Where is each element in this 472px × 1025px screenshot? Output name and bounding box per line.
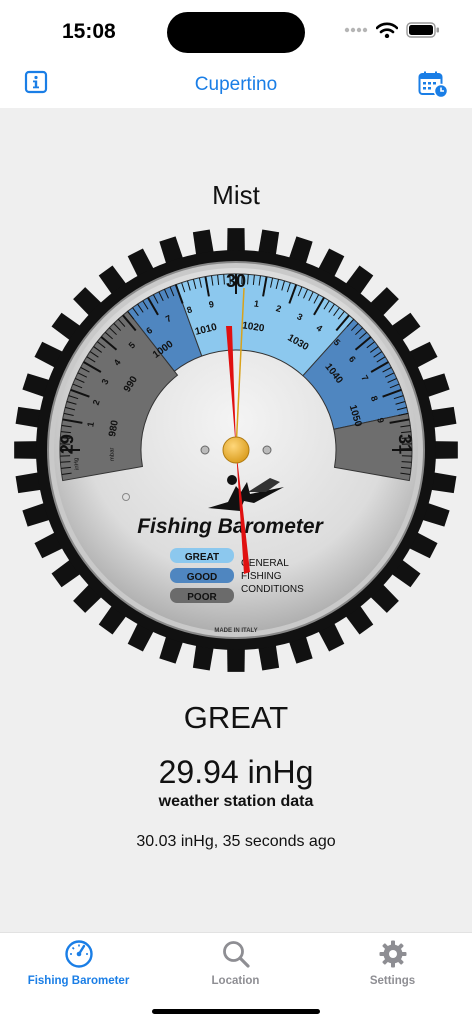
home-indicator bbox=[152, 1009, 320, 1014]
inhg-unit: inHg bbox=[74, 457, 81, 470]
legend-caption-line3: CONDITIONS bbox=[241, 584, 304, 595]
legend-poor: POOR bbox=[187, 592, 217, 603]
needle-hub bbox=[223, 437, 249, 463]
tab-label-location: Location bbox=[157, 975, 314, 987]
tab-label-settings: Settings bbox=[314, 975, 471, 987]
tab-label-fishing-barometer: Fishing Barometer bbox=[0, 975, 157, 987]
screw-icon bbox=[263, 446, 271, 454]
pressure-value: 29.94 inHg bbox=[0, 754, 472, 791]
calendar-button[interactable] bbox=[418, 70, 446, 98]
scale-tick bbox=[248, 274, 249, 284]
fishing-rating: GREAT bbox=[0, 700, 472, 736]
screw-icon bbox=[201, 446, 209, 454]
cellular-signal-icon bbox=[344, 26, 368, 34]
dynamic-island bbox=[167, 12, 305, 53]
legend-great: GREAT bbox=[185, 552, 219, 563]
mbar-unit: mbar bbox=[109, 447, 115, 461]
data-source: weather station data bbox=[0, 793, 472, 811]
magnifier-icon bbox=[221, 939, 251, 969]
status-time: 15:08 bbox=[62, 20, 116, 44]
scale-tick bbox=[224, 274, 225, 284]
made-in-label: MADE IN ITALY bbox=[214, 628, 257, 634]
battery-icon bbox=[406, 22, 440, 38]
weather-condition: Mist bbox=[0, 180, 472, 211]
status-bar: 15:08 bbox=[0, 0, 472, 62]
inhg-label-30: 30 bbox=[226, 271, 246, 291]
tab-fishing-barometer[interactable]: Fishing Barometer bbox=[0, 939, 157, 987]
scale-tick bbox=[402, 462, 412, 463]
gauge-title: Fishing Barometer bbox=[137, 515, 324, 538]
calendar-clock-icon bbox=[418, 70, 448, 98]
legend-good: GOOD bbox=[187, 572, 218, 583]
inhg-label-31: 31 bbox=[395, 434, 416, 455]
wifi-icon bbox=[376, 22, 398, 38]
navigation-bar: Cupertino bbox=[0, 62, 472, 108]
inhg-label-29: 29 bbox=[57, 434, 78, 455]
barometer-gauge: 2930311122334455667788999809901000101010… bbox=[12, 226, 460, 674]
tab-location[interactable]: Location bbox=[157, 939, 314, 987]
scale-tick bbox=[60, 462, 70, 463]
page-title: Cupertino bbox=[0, 74, 472, 96]
tab-settings[interactable]: Settings bbox=[314, 939, 471, 987]
status-icons bbox=[344, 22, 440, 38]
gauge-icon bbox=[64, 939, 94, 969]
gear-icon bbox=[378, 939, 408, 969]
last-reading: 30.03 inHg, 35 seconds ago bbox=[0, 833, 472, 851]
